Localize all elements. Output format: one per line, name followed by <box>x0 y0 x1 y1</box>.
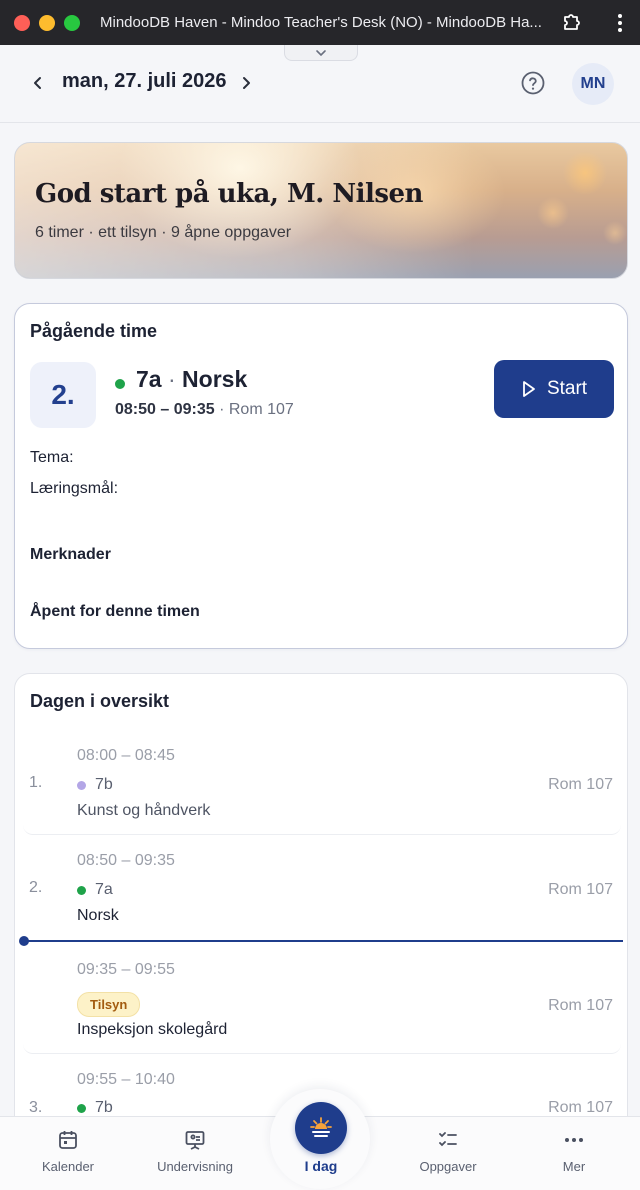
lesson-time: 08:50 – 09:35 <box>115 401 215 418</box>
lesson-title: 7a · Norsk <box>136 366 247 393</box>
lesson-separator: · <box>167 366 176 392</box>
schedule-row[interactable]: 1. 08:00 – 08:45 7b Kunst og håndverk Ro… <box>23 732 621 835</box>
row-room: Rom 107 <box>548 881 613 898</box>
chevron-left-icon <box>34 77 41 89</box>
greeting-title: God start på uka, M. Nilsen <box>35 179 423 209</box>
class-dot <box>77 885 86 895</box>
class-dot <box>77 780 86 790</box>
row-class: 7b <box>77 1099 113 1117</box>
previous-day-button[interactable] <box>26 71 50 95</box>
current-time-indicator <box>23 940 623 942</box>
close-window-button[interactable] <box>14 14 30 31</box>
tab-label: Kalender <box>41 1159 95 1174</box>
greeting-banner: God start på uka, M. Nilsen 6 timer · et… <box>14 142 628 279</box>
row-time: 09:55 – 10:40 <box>77 1071 175 1088</box>
topic-label: Tema: <box>30 449 74 466</box>
row-time: 09:35 – 09:55 <box>77 961 175 978</box>
bottom-tab-bar: Kalender Undervisning I dag Oppgaver Mer <box>0 1089 640 1190</box>
row-time: 08:00 – 08:45 <box>77 747 175 764</box>
status-dot <box>115 379 125 389</box>
help-icon[interactable] <box>520 70 546 96</box>
checklist-icon <box>439 1132 457 1147</box>
start-label: Start <box>546 378 588 399</box>
tab-calendar[interactable]: Kalender <box>28 1117 108 1190</box>
avatar[interactable]: MN <box>572 63 614 105</box>
next-day-button[interactable] <box>234 71 258 95</box>
window-menu-icon[interactable] <box>612 12 628 34</box>
row-class-name: 7b <box>95 776 113 793</box>
lesson-subject: Norsk <box>182 366 248 392</box>
lesson-class: 7a <box>136 366 162 392</box>
row-subject: Kunst og håndverk <box>77 802 211 819</box>
tab-teaching[interactable]: Undervisning <box>150 1117 240 1190</box>
schedule-row[interactable]: 2. 08:50 – 09:35 7a Norsk Rom 107 <box>23 837 621 940</box>
window-titlebar: MindooDB Haven - Mindoo Teacher's Desk (… <box>0 0 640 45</box>
row-subject: Inspeksjon skolegård <box>77 1021 228 1038</box>
tab-label: Mer <box>562 1159 586 1174</box>
period-number: 2. <box>30 362 96 428</box>
window-controls <box>14 14 80 31</box>
current-date: man, 27. juli 2026 <box>62 70 227 92</box>
current-lesson-card: Pågående time 2. 7a · Norsk 08:50 – 09:3… <box>14 303 628 649</box>
row-class: 7b <box>77 776 113 794</box>
minimize-window-button[interactable] <box>39 14 55 31</box>
chevron-down-icon <box>316 49 326 56</box>
lesson-room: · Rom 107 <box>219 401 294 418</box>
row-class-name: 7a <box>95 881 113 898</box>
current-lesson-heading: Pågående time <box>30 321 158 341</box>
day-overview-heading: Dagen i oversikt <box>30 691 170 711</box>
pull-down-handle[interactable] <box>284 45 358 61</box>
maximize-window-button[interactable] <box>64 14 80 31</box>
tab-today[interactable] <box>295 1102 347 1154</box>
tab-tasks[interactable]: Oppgaver <box>408 1117 488 1190</box>
tab-more[interactable]: Mer <box>534 1117 614 1190</box>
tab-label: Undervisning <box>157 1159 233 1174</box>
open-items-section-label[interactable]: Åpent for denne timen <box>30 603 200 621</box>
presentation-icon <box>185 1131 205 1150</box>
more-icon <box>565 1138 583 1142</box>
notes-section-label[interactable]: Merknader <box>30 546 111 564</box>
window-title: MindooDB Haven - Mindoo Teacher's Desk (… <box>100 14 542 31</box>
row-subject: Norsk <box>77 907 119 924</box>
puzzle-extension-icon[interactable] <box>560 10 584 34</box>
row-time: 08:50 – 09:35 <box>77 852 175 869</box>
app-view: man, 27. juli 2026 MN God start på uka, … <box>0 45 640 1190</box>
row-room: Rom 107 <box>548 997 613 1014</box>
greeting-summary: 6 timer · ett tilsyn · 9 åpne oppgaver <box>35 224 292 241</box>
row-class-name: 7b <box>95 1099 113 1116</box>
row-period: 2. <box>29 879 43 896</box>
row-class: 7a <box>77 881 113 899</box>
start-lesson-button[interactable]: Start <box>494 360 614 418</box>
row-room: Rom 107 <box>548 1099 613 1116</box>
supervision-badge: Tilsyn <box>77 992 141 1017</box>
tab-label: Oppgaver <box>419 1159 477 1174</box>
tab-today-label: I dag <box>304 1158 338 1174</box>
row-period: 3. <box>29 1099 43 1116</box>
row-room: Rom 107 <box>548 776 613 793</box>
calendar-icon <box>59 1131 77 1149</box>
schedule-row[interactable]: 09:35 – 09:55 Tilsyn Inspeksjon skolegår… <box>23 946 621 1054</box>
learning-goals-label: Læringsmål: <box>30 480 119 497</box>
current-time-dot <box>19 936 29 946</box>
play-icon <box>523 381 535 397</box>
row-period: 1. <box>29 774 43 791</box>
class-dot <box>77 1103 86 1113</box>
lesson-time-room: 08:50 – 09:35 · Rom 107 <box>115 401 294 419</box>
chevron-right-icon <box>243 77 250 89</box>
sunrise-icon <box>310 1117 332 1137</box>
